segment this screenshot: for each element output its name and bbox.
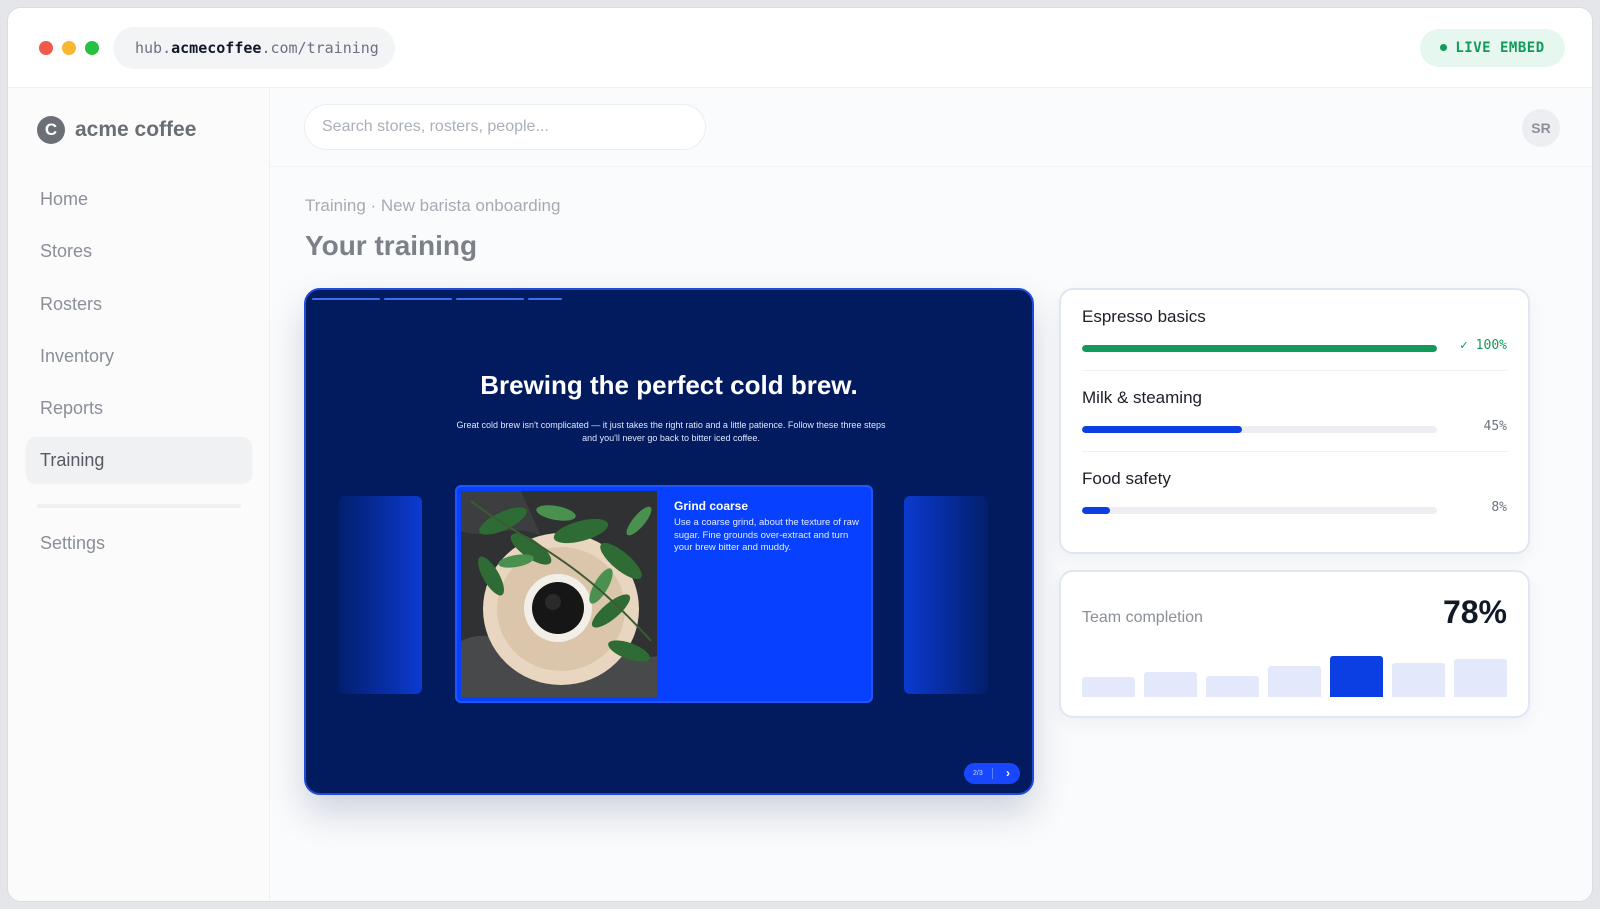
team-completion-chart [1082, 647, 1507, 697]
course-row[interactable]: Food safety 8% [1082, 452, 1507, 533]
course-name: Espresso basics [1082, 307, 1206, 326]
sidebar-item-label: Settings [40, 533, 106, 553]
progress-fill [1082, 507, 1111, 514]
progress-bar [1082, 426, 1437, 433]
chevron-right-icon[interactable]: › [1000, 763, 1016, 784]
sidebar-item-label: Rosters [40, 294, 103, 314]
embed-subtitle: Great cold brew isn't complicated — it j… [456, 420, 886, 443]
page-title: Your training [305, 230, 478, 261]
team-completion-bar [1330, 656, 1383, 697]
brand-logo-icon: C [37, 116, 65, 144]
slide-progress-segment [528, 298, 562, 300]
header-divider [270, 166, 1592, 167]
address-bar[interactable]: hub.acmecoffee.com/training [113, 27, 395, 69]
sidebar-item-label: Training [40, 450, 105, 470]
cold-brew-photo [461, 491, 657, 697]
live-embed-badge: LIVE EMBED [1420, 29, 1565, 67]
current-slide-card: Grind coarse Use a coarse grind, about t… [455, 485, 873, 703]
slide-counter: 2/3 [973, 770, 983, 777]
sidebar-item-label: Stores [40, 241, 93, 261]
previous-slide-card[interactable] [338, 496, 422, 694]
sidebar-item-stores[interactable]: Stores [26, 228, 252, 274]
avatar[interactable]: SR [1522, 109, 1560, 147]
sidebar-item-reports[interactable]: Reports [26, 385, 252, 431]
team-completion-value: 78% [1442, 594, 1507, 630]
browser-window: hub.acmecoffee.com/training LIVE EMBED C… [7, 7, 1593, 902]
maximize-window-button[interactable] [85, 41, 99, 55]
progress-fill [1082, 345, 1437, 352]
sidebar-item-label: Reports [40, 398, 104, 418]
sidebar: C acme coffee Home Stores Rosters Invent… [8, 88, 270, 901]
sidebar-item-inventory[interactable]: Inventory [26, 333, 252, 379]
live-dot-icon [1440, 43, 1448, 51]
sidebar-item-label: Inventory [40, 346, 115, 366]
sidebar-item-settings[interactable]: Settings [26, 520, 252, 566]
pager-divider [992, 768, 993, 779]
next-slide-card[interactable] [904, 496, 988, 694]
course-row[interactable]: Espresso basics ✓ 100% [1082, 290, 1507, 371]
url-path: .com/training [261, 39, 379, 57]
course-name: Milk & steaming [1082, 388, 1202, 407]
team-completion-bar [1392, 663, 1445, 697]
course-name: Food safety [1082, 469, 1171, 488]
team-completion-bar [1454, 659, 1507, 697]
team-completion-bar [1144, 672, 1197, 697]
course-row[interactable]: Milk & steaming 45% [1082, 371, 1507, 452]
team-completion-label: Team completion [1082, 609, 1203, 626]
url-prefix: hub. [135, 39, 172, 57]
embed-title: Brewing the perfect cold brew. [480, 370, 858, 400]
slide-pager: 2/3 › [964, 763, 1020, 784]
url-host: acmecoffee [171, 39, 262, 57]
slide-progress-segment [384, 298, 452, 300]
brand-name: acme coffee [75, 118, 197, 141]
close-window-button[interactable] [39, 41, 53, 55]
course-percent: 8% [1491, 500, 1507, 515]
team-completion-bar [1206, 676, 1259, 697]
minimize-window-button[interactable] [62, 41, 76, 55]
sidebar-item-label: Home [40, 189, 89, 209]
slide-body-text: Use a coarse grind, about the texture of… [674, 517, 859, 553]
sidebar-divider [37, 504, 241, 508]
progress-fill [1082, 426, 1242, 433]
main-content: SR Training · New barista onboarding You… [270, 88, 1592, 901]
course-percent: 45% [1483, 419, 1507, 434]
course-progress-card: Espresso basics ✓ 100% Milk & steaming 4… [1059, 288, 1530, 554]
training-embed[interactable]: Brewing the perfect cold brew. Great col… [304, 288, 1034, 795]
sidebar-item-training[interactable]: Training [26, 437, 252, 483]
slide-progress-segment [456, 298, 524, 300]
team-completion-bar [1268, 666, 1321, 697]
slide-progress-segment [312, 298, 380, 300]
live-embed-label: LIVE EMBED [1455, 40, 1545, 56]
search-input[interactable] [304, 104, 706, 150]
slide-heading: Grind coarse [674, 499, 749, 513]
coffee-cup-photo-icon [461, 491, 657, 697]
course-percent: ✓ 100% [1460, 338, 1507, 353]
brand[interactable]: C acme coffee [37, 116, 196, 144]
progress-bar [1082, 507, 1437, 514]
team-completion-bar [1082, 677, 1135, 697]
progress-bar [1082, 345, 1437, 352]
browser-chrome: hub.acmecoffee.com/training LIVE EMBED [8, 8, 1592, 88]
sidebar-item-rosters[interactable]: Rosters [26, 281, 252, 327]
breadcrumb: Training · New barista onboarding [305, 196, 561, 215]
sidebar-item-home[interactable]: Home [26, 176, 252, 222]
team-completion-card: Team completion 78% [1059, 570, 1530, 718]
